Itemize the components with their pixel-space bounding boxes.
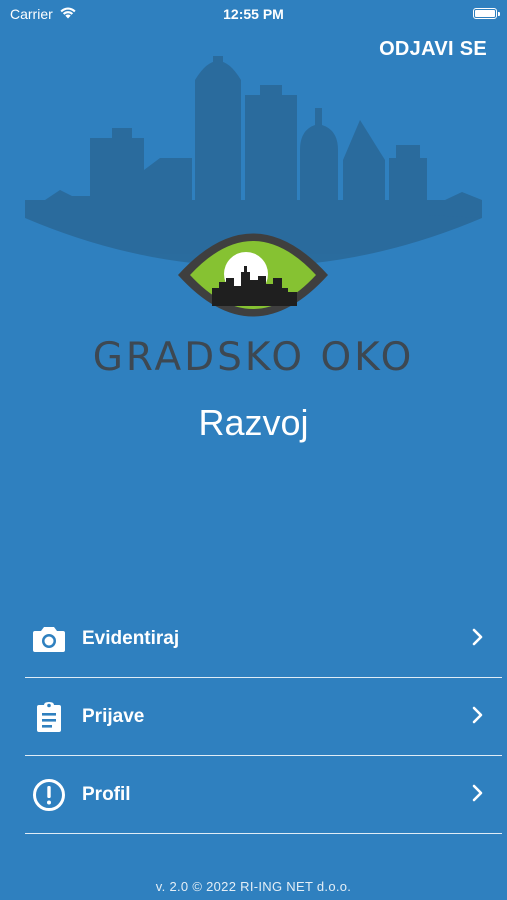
clipboard-icon (27, 695, 71, 739)
menu-item-prijave[interactable]: Prijave (25, 678, 502, 756)
environment-name: Razvoj (198, 402, 309, 443)
menu-item-label: Evidentiraj (82, 627, 180, 649)
alert-circle-icon (27, 773, 71, 817)
footer-copyright: v. 2.0 © 2022 RI-ING NET d.o.o. (155, 879, 352, 894)
camera-icon (27, 617, 71, 661)
menu-item-label: Profil (82, 783, 131, 805)
main-menu: Evidentiraj Prijave Profil (25, 600, 502, 834)
menu-item-evidentiraj[interactable]: Evidentiraj (25, 600, 502, 678)
battery-icon (473, 8, 500, 19)
status-time: 12:55 PM (223, 6, 284, 22)
menu-item-profil[interactable]: Profil (25, 756, 502, 834)
chevron-right-icon (472, 784, 484, 807)
chevron-right-icon (472, 628, 484, 651)
chevron-right-icon (472, 706, 484, 729)
menu-item-label: Prijave (82, 705, 145, 727)
app-name: GRADSKO OKO (92, 335, 415, 380)
status-bar: Carrier 12:55 PM (0, 0, 507, 28)
